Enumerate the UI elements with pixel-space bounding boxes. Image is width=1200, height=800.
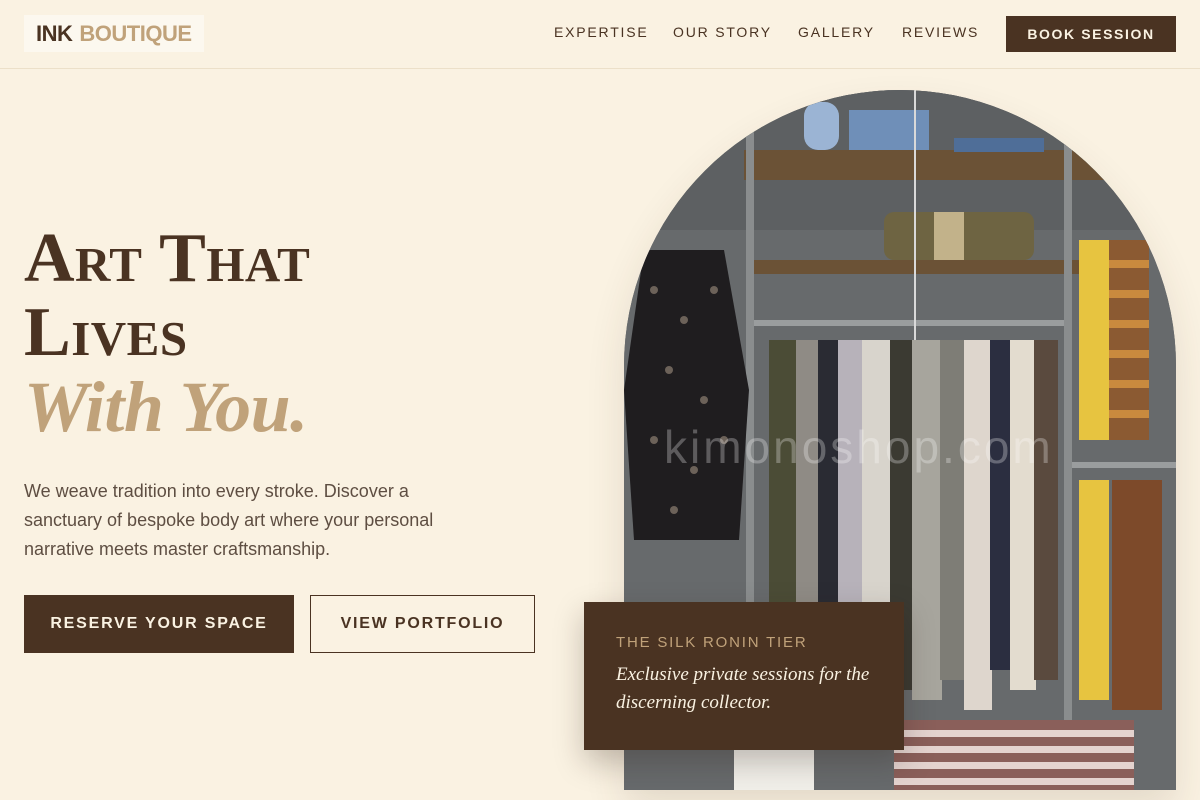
hero-headline: Art That Lives With You. [24, 220, 311, 447]
image-watermark: kimonoshop.com [664, 421, 1054, 473]
hero-headline-line2: Lives [24, 294, 188, 371]
view-portfolio-button[interactable]: VIEW PORTFOLIO [310, 595, 535, 653]
nav-item-our-story[interactable]: OUR STORY [673, 24, 772, 40]
brand-logo-boutique: BOUTIQUE [79, 20, 192, 46]
brand-logo-ink: INK [36, 20, 73, 46]
nav-item-gallery[interactable]: GALLERY [798, 24, 875, 40]
hero-headline-accent: With You. [24, 367, 308, 447]
reserve-space-button[interactable]: RESERVE YOUR SPACE [24, 595, 294, 653]
book-session-button[interactable]: BOOK SESSION [1006, 16, 1176, 52]
hero-headline-line1: Art That [24, 220, 311, 297]
tier-label: THE SILK RONIN TIER [616, 634, 808, 651]
hero-description: We weave tradition into every stroke. Di… [24, 481, 434, 559]
site-header: INK BOUTIQUE EXPERTISE OUR STORY GALLERY… [0, 0, 1200, 69]
tier-description: Exclusive private sessions for the disce… [616, 664, 870, 713]
brand-logo[interactable]: INK BOUTIQUE [24, 15, 204, 52]
nav-item-reviews[interactable]: REVIEWS [902, 24, 979, 40]
nav-item-expertise[interactable]: EXPERTISE [554, 24, 649, 40]
tier-card: THE SILK RONIN TIER Exclusive private se… [584, 602, 904, 750]
